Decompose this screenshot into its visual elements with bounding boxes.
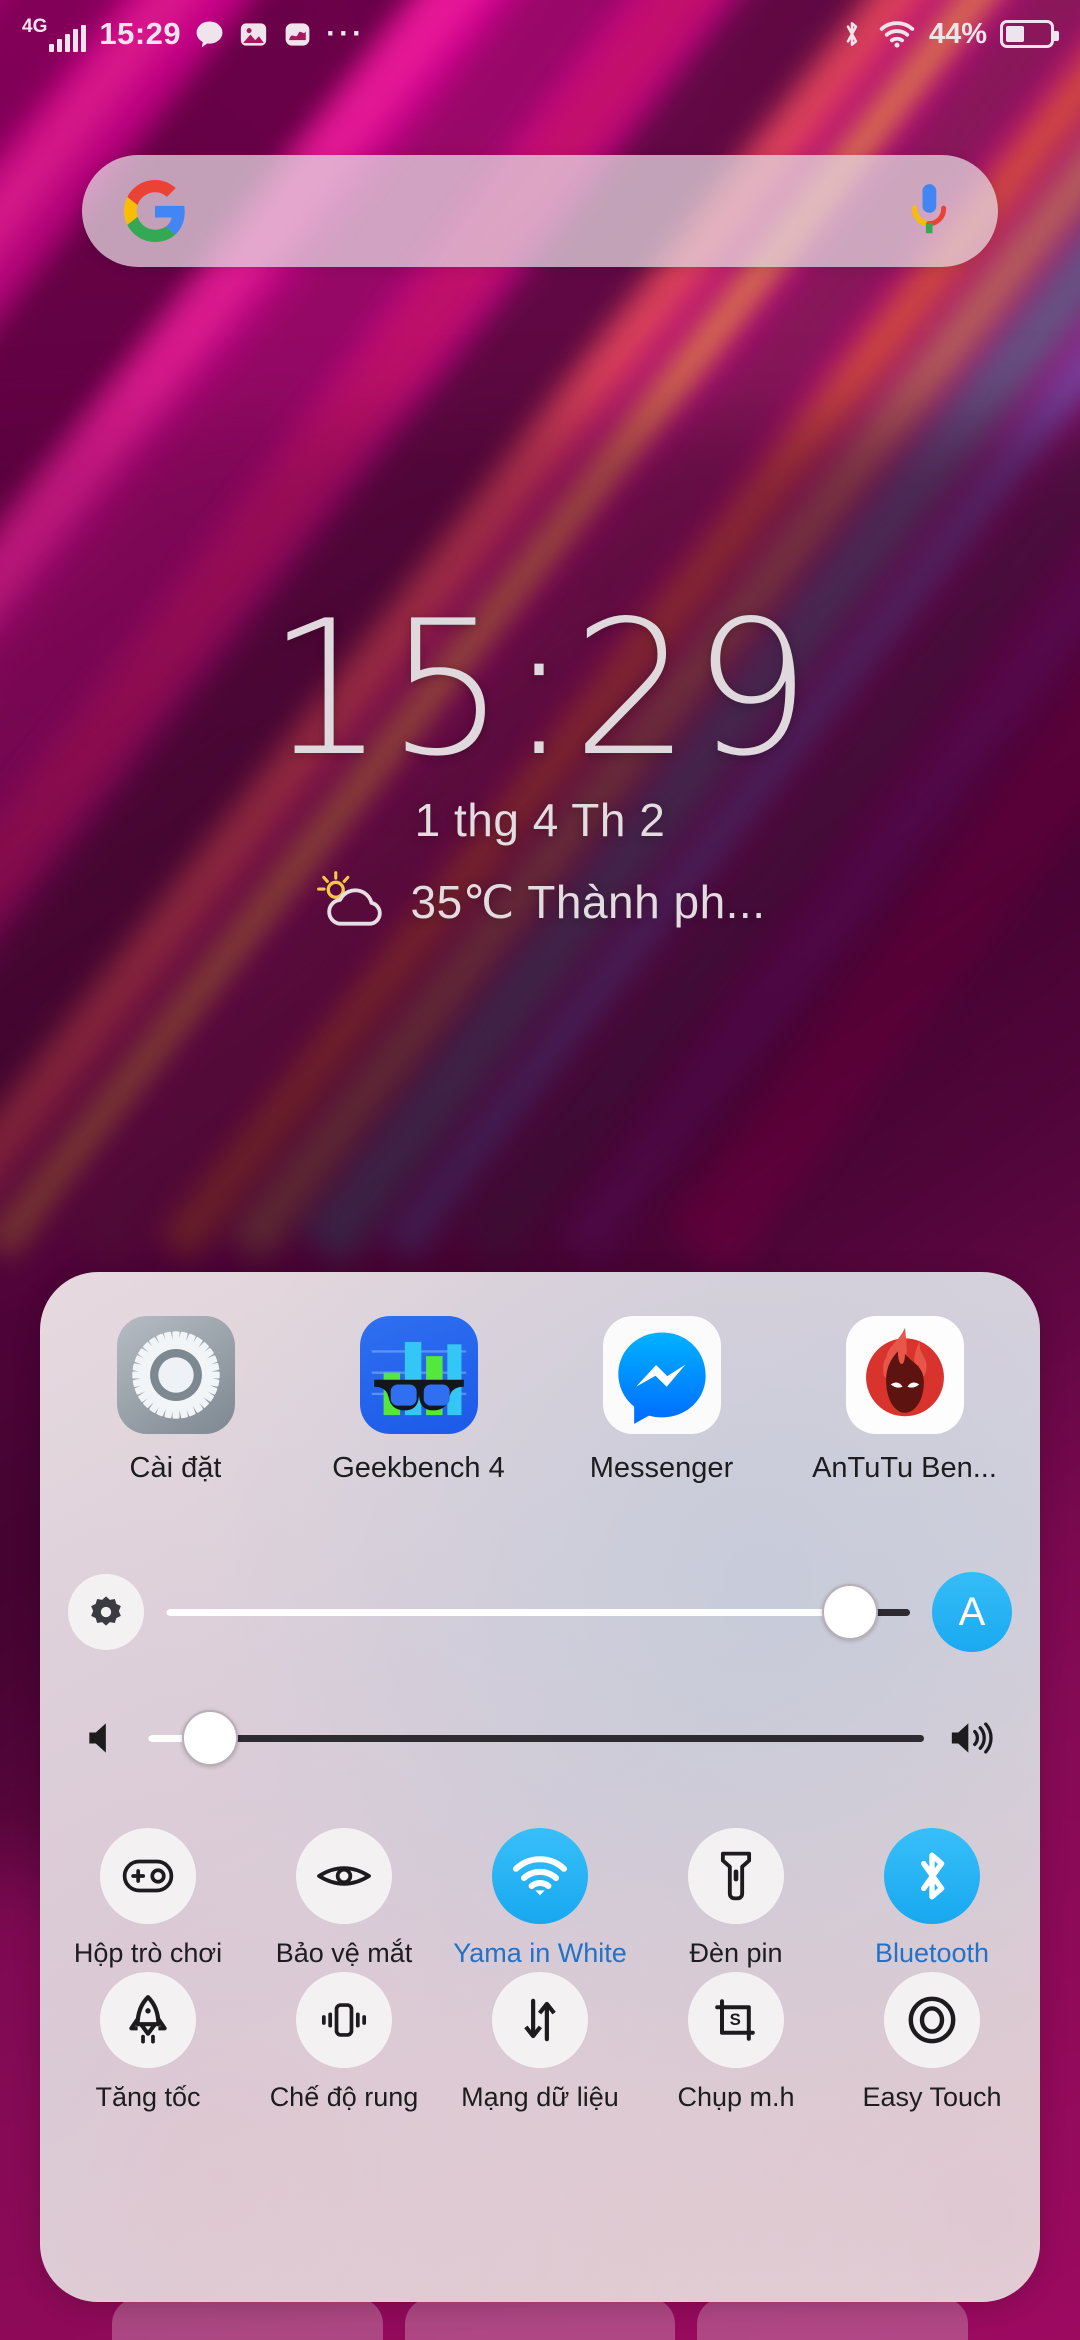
geekbench-glasses-icon [359, 1316, 478, 1434]
volume-slider-row [40, 1700, 1040, 1776]
app-label: Geekbench 4 [332, 1452, 505, 1484]
google-search-bar[interactable] [82, 155, 998, 267]
bluetooth-icon [839, 18, 865, 50]
auto-brightness-button[interactable]: A [932, 1572, 1012, 1652]
clock-weather-widget[interactable]: 15:29 1 thg 4 Th 2 35℃ Thành ph... [0, 596, 1080, 936]
toggle-label: Yama in White [453, 1938, 627, 1968]
clock-date[interactable]: 1 thg 4 Th 2 [415, 793, 666, 847]
quick-settings-row-2: Tăng tốc Chế độ rung Mạng dữ liệu S Chụp… [40, 1972, 1040, 2114]
app-notification-icon [282, 19, 313, 50]
toggle-easy-touch[interactable]: Easy Touch [842, 1972, 1022, 2114]
volume-high-icon[interactable] [946, 1716, 998, 1760]
bluetooth-icon [884, 1828, 980, 1924]
network-type-label: 4G [22, 15, 48, 37]
status-bar-clock: 15:29 [99, 16, 182, 51]
wifi-icon [878, 19, 916, 49]
messenger-icon [602, 1316, 721, 1434]
brightness-gear-icon[interactable] [68, 1574, 144, 1650]
app-shortcuts-row: Cài đặt Geekbench 4 Messenger AnTuTu Ben… [40, 1316, 1040, 1485]
status-bar-left: 4G 15:29 ··· [22, 16, 365, 52]
clock-time[interactable]: 15:29 [267, 596, 813, 782]
app-shortcut-geekbench[interactable]: Geekbench 4 [314, 1316, 524, 1485]
quick-settings-row-1: Hộp trò chơi Bảo vệ mắt Yama in White Đè… [40, 1828, 1040, 1970]
volume-slider-knob[interactable] [182, 1710, 239, 1766]
toggle-screenshot[interactable]: S Chụp m.h [646, 1972, 826, 2114]
weather-text: 35℃ Thành ph... [410, 876, 766, 929]
chat-bubble-icon [194, 19, 225, 50]
brightness-slider-row: A [40, 1572, 1040, 1652]
vibrate-icon [296, 1972, 392, 2068]
battery-percent-label: 44% [928, 17, 987, 50]
toggle-label: Bluetooth [874, 1938, 990, 1968]
dock-peek [0, 2298, 1080, 2340]
sun-behind-cloud-icon [315, 869, 393, 936]
toggle-label: Easy Touch [862, 2082, 1002, 2112]
screenshot-icon: S [688, 1972, 784, 2068]
microphone-icon[interactable] [906, 180, 952, 242]
volume-slider[interactable] [148, 1700, 924, 1776]
google-g-icon [124, 180, 186, 242]
app-shortcut-antutu[interactable]: AnTuTu Ben... [800, 1316, 1010, 1485]
toggle-game-box[interactable]: Hộp trò chơi [58, 1828, 238, 1970]
toggle-label: Chế độ rung [269, 2082, 419, 2112]
rocket-icon [100, 1972, 196, 2068]
image-icon [238, 19, 269, 50]
weather-row[interactable]: 35℃ Thành ph... [315, 869, 766, 936]
wifi-icon [492, 1828, 588, 1924]
dock-slot[interactable] [697, 2298, 969, 2340]
app-shortcut-messenger[interactable]: Messenger [557, 1316, 767, 1485]
dock-slot[interactable] [112, 2298, 383, 2340]
toggle-boost[interactable]: Tăng tốc [58, 1972, 238, 2114]
brightness-slider-knob[interactable] [822, 1584, 879, 1640]
auto-brightness-label: A [958, 1589, 986, 1634]
app-label: AnTuTu Ben... [812, 1452, 997, 1484]
antutu-flame-icon [845, 1316, 964, 1434]
toggle-wifi[interactable]: Yama in White [450, 1828, 630, 1970]
status-bar-right: 44% [839, 17, 1059, 51]
toggle-eye-protection[interactable]: Bảo vệ mắt [254, 1828, 434, 1970]
app-label: Cài đặt [129, 1452, 222, 1484]
gamepad-icon [100, 1828, 196, 1924]
volume-mute-icon[interactable] [82, 1716, 126, 1760]
settings-gear-icon [116, 1316, 235, 1434]
toggle-vibrate[interactable]: Chế độ rung [254, 1972, 434, 2114]
toggle-mobile-data[interactable]: Mạng dữ liệu [450, 1972, 630, 2114]
toggle-flashlight[interactable]: Đèn pin [646, 1828, 826, 1970]
more-dots-icon: ··· [326, 17, 366, 50]
toggle-label: Bảo vệ mắt [275, 1938, 413, 1968]
battery-icon [1000, 20, 1059, 48]
toggle-label: Hộp trò chơi [73, 1938, 223, 1968]
flashlight-icon [688, 1828, 784, 1924]
svg-text:S: S [730, 2010, 741, 2029]
app-shortcut-settings[interactable]: Cài đặt [71, 1316, 281, 1485]
data-transfer-icon [492, 1972, 588, 2068]
control-center-panel: Cài đặt Geekbench 4 Messenger AnTuTu Ben… [40, 1272, 1040, 2302]
toggle-label: Chụp m.h [677, 2082, 795, 2112]
dock-slot[interactable] [404, 2298, 676, 2340]
toggle-label: Mạng dữ liệu [461, 2082, 619, 2112]
easy-touch-circle-icon [884, 1972, 980, 2068]
toggle-label: Tăng tốc [95, 2082, 201, 2112]
cellular-signal-icon: 4G [22, 15, 87, 52]
status-bar: 4G 15:29 ··· 44% [0, 0, 1080, 68]
toggle-label: Đèn pin [689, 1938, 783, 1968]
brightness-slider[interactable] [166, 1574, 910, 1650]
toggle-bluetooth[interactable]: Bluetooth [842, 1828, 1022, 1970]
eye-icon [296, 1828, 392, 1924]
app-label: Messenger [589, 1452, 734, 1484]
